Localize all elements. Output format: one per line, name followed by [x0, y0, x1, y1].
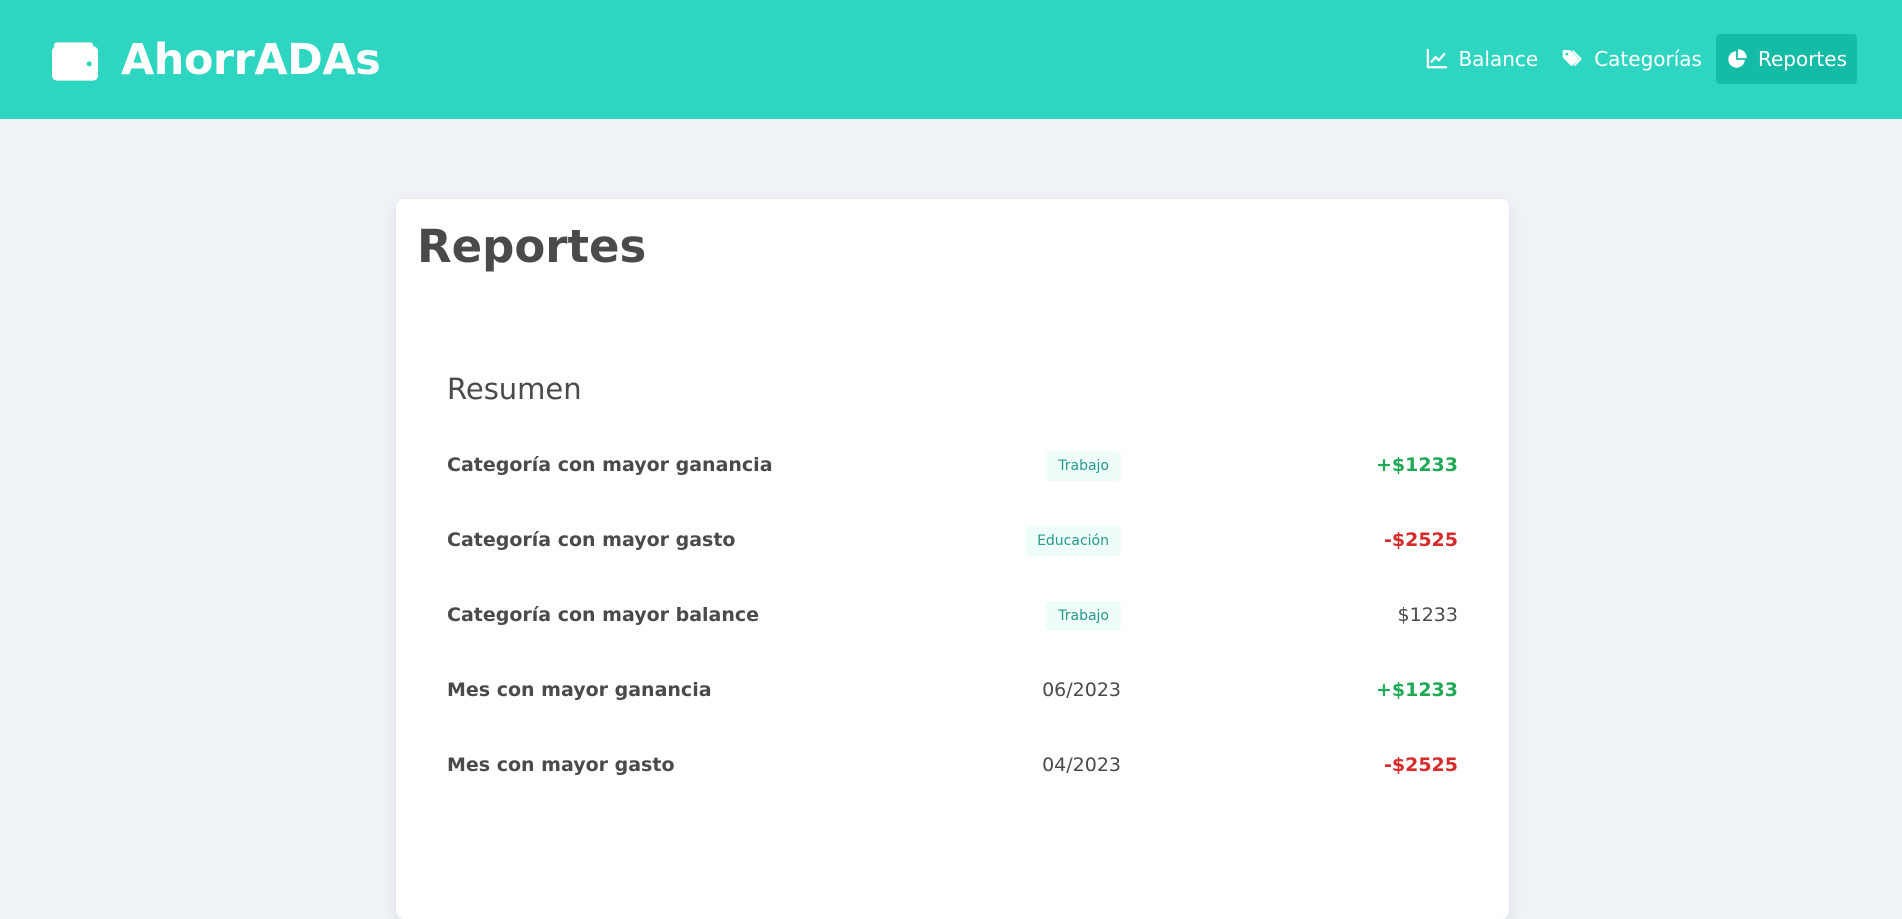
month-value: 04/2023: [1042, 754, 1121, 776]
app-title: AhorrADAs: [121, 35, 381, 85]
summary-row-label: Mes con mayor ganancia: [447, 679, 712, 701]
page-title: Reportes: [417, 220, 647, 273]
summary-row-label: Categoría con mayor gasto: [447, 529, 736, 551]
summary-row-label: Categoría con mayor balance: [447, 604, 760, 626]
nav-item-balance[interactable]: Balance: [1416, 34, 1548, 84]
tags-icon: [1562, 50, 1582, 67]
summary-row: Categoría con mayor balance Trabajo $123…: [447, 595, 1458, 635]
summary-row-amount: -$2525: [1384, 529, 1458, 551]
section-title: Resumen: [447, 372, 582, 406]
summary-row: Categoría con mayor ganancia Trabajo +$1…: [447, 445, 1458, 485]
wallet-icon: [52, 42, 99, 81]
nav-item-label: Reportes: [1757, 47, 1847, 71]
month-value: 06/2023: [1042, 679, 1121, 701]
summary-row: Mes con mayor ganancia 06/2023 +$1233: [447, 670, 1458, 710]
summary-row: Mes con mayor gasto 04/2023 -$2525: [447, 745, 1458, 785]
summary-row-label: Categoría con mayor ganancia: [447, 454, 773, 476]
nav-item-categorias[interactable]: Categorías: [1552, 34, 1712, 84]
summary-row-amount: +$1233: [1375, 454, 1458, 476]
summary-row-amount: $1233: [1397, 604, 1458, 626]
chart-line-icon: [1427, 48, 1448, 69]
category-tag: Trabajo: [1046, 601, 1121, 631]
category-tag: Trabajo: [1046, 451, 1121, 481]
category-tag: Educación: [1025, 526, 1121, 556]
top-navbar: AhorrADAs Balance Categorías Reportes: [0, 0, 1902, 119]
main-nav: Balance Categorías Reportes: [1416, 34, 1857, 84]
summary-row-label: Mes con mayor gasto: [447, 754, 675, 776]
nav-item-label: Balance: [1458, 47, 1539, 71]
reports-card: Reportes Resumen Categoría con mayor gan…: [396, 199, 1509, 919]
summary-row-amount: -$2525: [1384, 754, 1458, 776]
pie-chart-icon: [1728, 49, 1747, 68]
nav-item-reportes[interactable]: Reportes: [1715, 34, 1857, 84]
summary-row: Categoría con mayor gasto Educación -$25…: [447, 520, 1458, 560]
nav-item-label: Categorías: [1594, 47, 1702, 71]
summary-row-amount: +$1233: [1375, 679, 1458, 701]
brand[interactable]: AhorrADAs: [52, 35, 381, 85]
